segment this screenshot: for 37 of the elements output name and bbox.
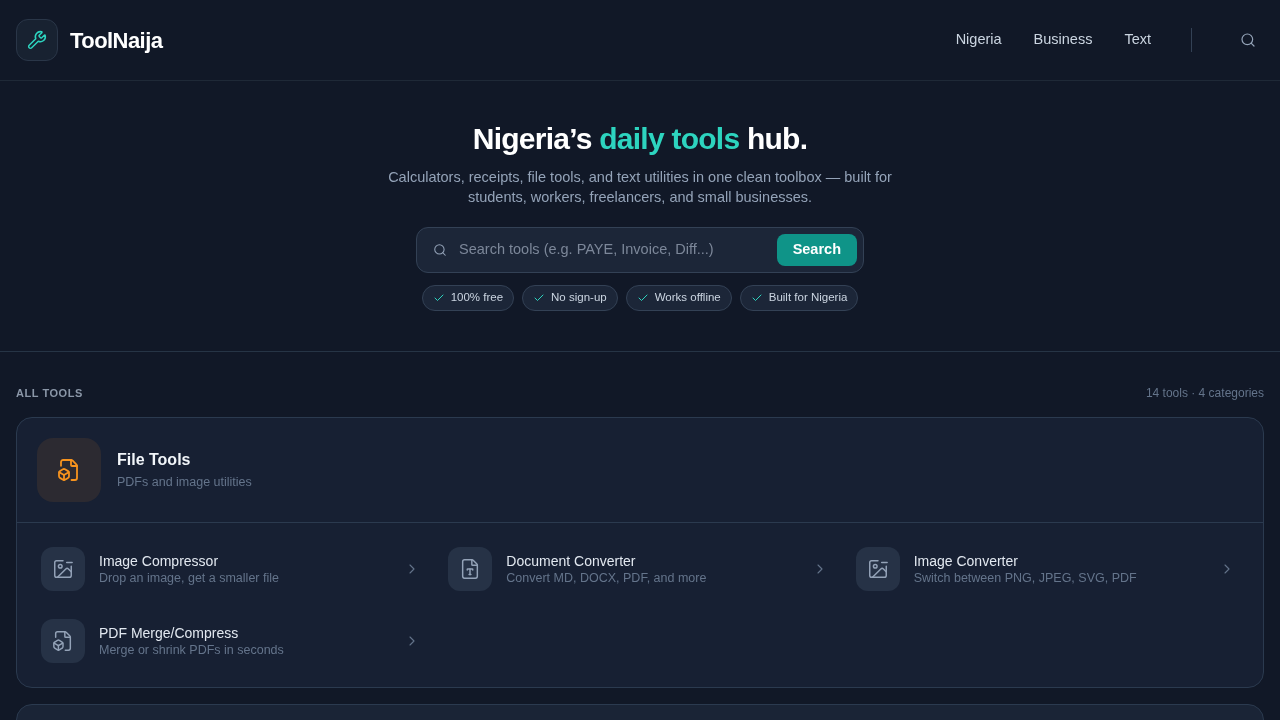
check-icon <box>750 292 763 304</box>
feature-label: 100% free <box>450 290 504 306</box>
tool-title[interactable]: PDF Merge/Compress <box>99 623 391 642</box>
file-cube-icon <box>37 438 101 502</box>
feature-label: No sign-up <box>551 290 607 306</box>
section-heading: ALL TOOLS <box>16 386 83 401</box>
tool-title[interactable]: Image Compressor <box>99 551 391 570</box>
image-minus-icon <box>41 547 85 591</box>
feature-label: Built for Nigeria <box>768 290 848 306</box>
category-subtitle: PDFs and image utilities <box>117 474 252 491</box>
image-minus-icon <box>855 547 900 591</box>
tool-description: Switch between PNG, JPEG, SVG, PDF <box>913 569 1138 587</box>
file-cube-icon <box>41 619 85 663</box>
search-field[interactable]: Search tools (e.g. PAYE, Invoice, Diff...) <box>459 239 777 261</box>
search-icon[interactable] <box>1240 32 1256 48</box>
tool-title[interactable]: Document Converter <box>506 551 798 570</box>
file-letter-icon <box>448 547 493 591</box>
nav-link[interactable]: Business <box>1033 29 1093 51</box>
tool-description: Convert MD, DOCX, PDF, and more <box>506 569 708 587</box>
check-icon <box>533 292 546 304</box>
site-logo[interactable]: ToolNaija <box>70 23 163 57</box>
search-bar[interactable]: Search tools (e.g. PAYE, Invoice, Diff...) Search <box>416 227 864 273</box>
hero-title: Nigeria’s daily tools hub. <box>472 121 808 157</box>
tool-description: Merge or shrink PDFs in seconds <box>99 641 285 659</box>
check-icon <box>432 292 445 304</box>
tool-title[interactable]: Image Converter <box>913 551 1205 570</box>
nav-link[interactable]: Nigeria <box>955 29 1002 51</box>
wrench-logo-icon <box>16 19 58 61</box>
search-icon <box>433 243 447 257</box>
tool-description: Drop an image, get a smaller file <box>99 569 280 587</box>
check-icon <box>636 292 649 304</box>
feature-label: Works offline <box>654 290 721 306</box>
tools-summary: 14 tools · 4 categories <box>1145 385 1264 401</box>
search-button[interactable]: Search <box>776 234 857 266</box>
nav-link[interactable]: Text <box>1124 29 1151 51</box>
hero-subtitle: Calculators, receipts, file tools, and text utilities in one clean toolbox — built for students, workers, freelancers, and small businesses. <box>387 168 893 207</box>
category-title: File Tools <box>117 450 192 470</box>
